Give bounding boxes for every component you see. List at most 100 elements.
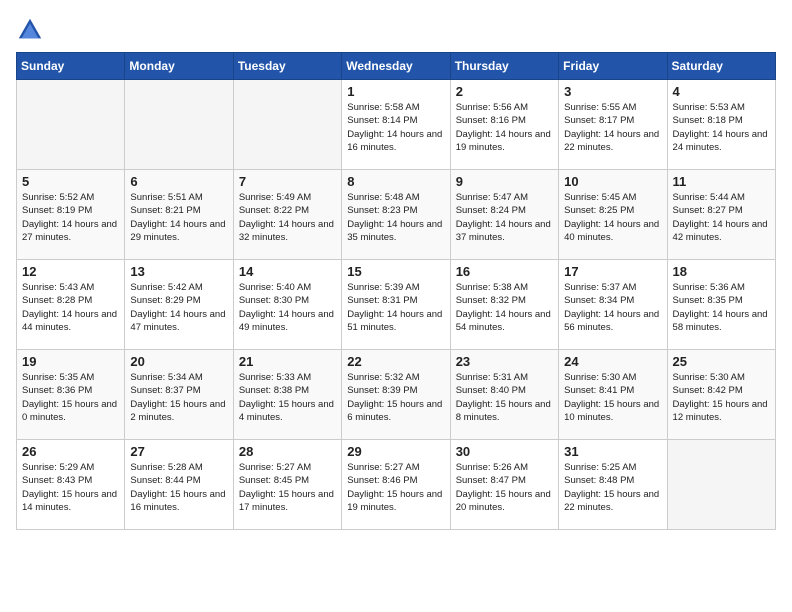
daylight-text: Daylight: 15 hours and 17 minutes. (239, 488, 336, 515)
daylight-text: Daylight: 15 hours and 19 minutes. (347, 488, 444, 515)
date-number: 16 (456, 264, 553, 279)
calendar-cell: 6Sunrise: 5:51 AMSunset: 8:21 PMDaylight… (125, 170, 233, 260)
sunset-text: Sunset: 8:38 PM (239, 384, 336, 397)
calendar-cell: 24Sunrise: 5:30 AMSunset: 8:41 PMDayligh… (559, 350, 667, 440)
sunset-text: Sunset: 8:44 PM (130, 474, 227, 487)
cell-info: Sunrise: 5:52 AMSunset: 8:19 PMDaylight:… (22, 191, 119, 244)
sunset-text: Sunset: 8:30 PM (239, 294, 336, 307)
calendar-cell: 18 Sunrise: 5:36 AMSunset: 8:35 PMDayligh… (667, 260, 775, 350)
cell-info: Sunrise: 5:27 AMSunset: 8:45 PMDaylight:… (239, 461, 336, 514)
cell-info: Sunrise: 5:27 AMSunset: 8:46 PMDaylight:… (347, 461, 444, 514)
cell-info: Sunrise: 5:37 AMSunset: 8:34 PMDaylight:… (564, 281, 661, 334)
date-number: 20 (130, 354, 227, 369)
logo (16, 16, 48, 44)
sunrise-text: Sunrise: 5:53 AM (673, 101, 770, 114)
cell-info: Sunrise: 5:26 AMSunset: 8:47 PMDaylight:… (456, 461, 553, 514)
sunset-text: Sunset: 8:18 PM (673, 114, 770, 127)
daylight-text: Daylight: 15 hours and 6 minutes. (347, 398, 444, 425)
sunset-text: Sunset: 8:34 PM (564, 294, 661, 307)
daylight-text: Daylight: 15 hours and 10 minutes. (564, 398, 661, 425)
daylight-text: Daylight: 14 hours and 29 minutes. (130, 218, 227, 245)
daylight-text: Daylight: 15 hours and 0 minutes. (22, 398, 119, 425)
sunrise-text: Sunrise: 5:58 AM (347, 101, 444, 114)
sunrise-text: Sunrise: 5:37 AM (564, 281, 661, 294)
date-number: 22 (347, 354, 444, 369)
cell-info: Sunrise: 5:34 AMSunset: 8:37 PMDaylight:… (130, 371, 227, 424)
daylight-text: Daylight: 14 hours and 16 minutes. (347, 128, 444, 155)
daylight-text: Daylight: 14 hours and 49 minutes. (239, 308, 336, 335)
cell-info: Sunrise: 5:56 AMSunset: 8:16 PMDaylight:… (456, 101, 553, 154)
date-number: 28 (239, 444, 336, 459)
date-number: 13 (130, 264, 227, 279)
sunset-text: Sunset: 8:35 PM (673, 294, 770, 307)
sunrise-text: Sunrise: 5:27 AM (239, 461, 336, 474)
sunset-text: Sunset: 8:45 PM (239, 474, 336, 487)
date-number: 27 (130, 444, 227, 459)
sunset-text: Sunset: 8:40 PM (456, 384, 553, 397)
day-header-saturday: Saturday (667, 53, 775, 80)
sunset-text: Sunset: 8:28 PM (22, 294, 119, 307)
date-number: 2 (456, 84, 553, 99)
date-number: 5 (22, 174, 119, 189)
calendar-cell: 22Sunrise: 5:32 AMSunset: 8:39 PMDayligh… (342, 350, 450, 440)
sunrise-text: Sunrise: 5:55 AM (564, 101, 661, 114)
sunset-text: Sunset: 8:29 PM (130, 294, 227, 307)
daylight-text: Daylight: 14 hours and 58 minutes. (673, 308, 770, 335)
daylight-text: Daylight: 15 hours and 22 minutes. (564, 488, 661, 515)
daylight-text: Daylight: 15 hours and 4 minutes. (239, 398, 336, 425)
sunrise-text: Sunrise: 5:27 AM (347, 461, 444, 474)
day-header-tuesday: Tuesday (233, 53, 341, 80)
calendar-cell: 19Sunrise: 5:35 AMSunset: 8:36 PMDayligh… (17, 350, 125, 440)
cell-info: Sunrise: 5:48 AMSunset: 8:23 PMDaylight:… (347, 191, 444, 244)
daylight-text: Daylight: 15 hours and 14 minutes. (22, 488, 119, 515)
daylight-text: Daylight: 14 hours and 35 minutes. (347, 218, 444, 245)
calendar-table: SundayMondayTuesdayWednesdayThursdayFrid… (16, 52, 776, 530)
sunrise-text: Sunrise: 5:36 AM (673, 281, 770, 294)
calendar-cell: 4Sunrise: 5:53 AMSunset: 8:18 PMDaylight… (667, 80, 775, 170)
date-number: 31 (564, 444, 661, 459)
date-number: 12 (22, 264, 119, 279)
sunrise-text: Sunrise: 5:25 AM (564, 461, 661, 474)
sunrise-text: Sunrise: 5:34 AM (130, 371, 227, 384)
sunset-text: Sunset: 8:14 PM (347, 114, 444, 127)
date-number: 14 (239, 264, 336, 279)
sunset-text: Sunset: 8:21 PM (130, 204, 227, 217)
calendar-cell: 31 Sunrise: 5:25 AMSunset: 8:48 PMDayligh… (559, 440, 667, 530)
calendar-cell: 9Sunrise: 5:47 AMSunset: 8:24 PMDaylight… (450, 170, 558, 260)
daylight-text: Daylight: 15 hours and 2 minutes. (130, 398, 227, 425)
cell-info: Sunrise: 5:35 AMSunset: 8:36 PMDaylight:… (22, 371, 119, 424)
sunrise-text: Sunrise: 5:31 AM (456, 371, 553, 384)
sunset-text: Sunset: 8:17 PM (564, 114, 661, 127)
sunset-text: Sunset: 8:36 PM (22, 384, 119, 397)
calendar-cell: 20 Sunrise: 5:34 AMSunset: 8:37 PMDayligh… (125, 350, 233, 440)
date-number: 18 (673, 264, 770, 279)
cell-info: Sunrise: 5:33 AMSunset: 8:38 PMDaylight:… (239, 371, 336, 424)
sunrise-text: Sunrise: 5:52 AM (22, 191, 119, 204)
calendar-cell: 13Sunrise: 5:42 AMSunset: 8:29 PMDayligh… (125, 260, 233, 350)
daylight-text: Daylight: 14 hours and 42 minutes. (673, 218, 770, 245)
cell-info: Sunrise: 5:28 AMSunset: 8:44 PMDaylight:… (130, 461, 227, 514)
cell-info: Sunrise: 5:47 AMSunset: 8:24 PMDaylight:… (456, 191, 553, 244)
calendar-week-4: 19Sunrise: 5:35 AMSunset: 8:36 PMDayligh… (17, 350, 776, 440)
sunset-text: Sunset: 8:41 PM (564, 384, 661, 397)
calendar-cell: 26Sunrise: 5:29 AMSunset: 8:43 PMDayligh… (17, 440, 125, 530)
calendar-cell (667, 440, 775, 530)
day-header-thursday: Thursday (450, 53, 558, 80)
day-header-friday: Friday (559, 53, 667, 80)
date-number: 6 (130, 174, 227, 189)
daylight-text: Daylight: 14 hours and 40 minutes. (564, 218, 661, 245)
calendar-cell: 10Sunrise: 5:45 AMSunset: 8:25 PMDayligh… (559, 170, 667, 260)
date-number: 30 (456, 444, 553, 459)
sunrise-text: Sunrise: 5:44 AM (673, 191, 770, 204)
cell-info: Sunrise: 5:55 AMSunset: 8:17 PMDaylight:… (564, 101, 661, 154)
cell-info: Sunrise: 5:25 AMSunset: 8:48 PMDaylight:… (564, 461, 661, 514)
sunset-text: Sunset: 8:32 PM (456, 294, 553, 307)
page-header (16, 16, 776, 44)
date-number: 23 (456, 354, 553, 369)
date-number: 21 (239, 354, 336, 369)
calendar-cell: 7Sunrise: 5:49 AMSunset: 8:22 PMDaylight… (233, 170, 341, 260)
calendar-week-1: 1Sunrise: 5:58 AMSunset: 8:14 PMDaylight… (17, 80, 776, 170)
sunrise-text: Sunrise: 5:42 AM (130, 281, 227, 294)
sunset-text: Sunset: 8:19 PM (22, 204, 119, 217)
calendar-week-3: 12Sunrise: 5:43 AMSunset: 8:28 PMDayligh… (17, 260, 776, 350)
